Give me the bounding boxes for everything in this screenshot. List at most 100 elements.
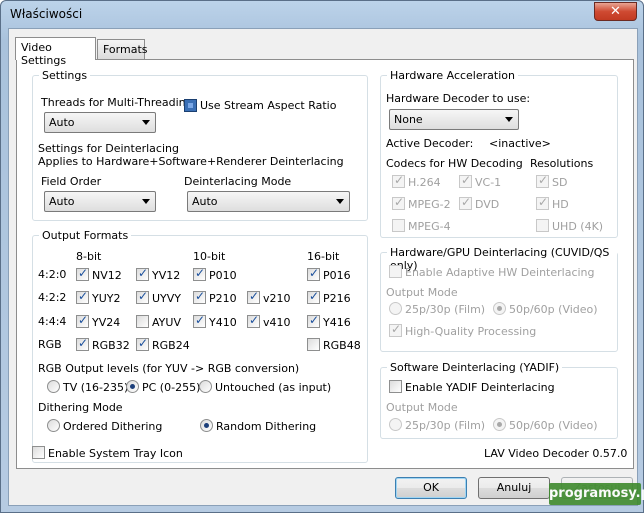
hw-accel-group: Hardware Acceleration Hardware Decoder t… bbox=[380, 69, 618, 238]
sw-film-radio[interactable] bbox=[389, 418, 402, 431]
hw-decoder-combo[interactable]: None bbox=[389, 109, 519, 130]
window-title: Właściwości bbox=[10, 7, 83, 21]
y416-label: Y416 bbox=[323, 316, 351, 329]
resolutions-label: Resolutions bbox=[530, 157, 594, 170]
uyvy-checkbox[interactable] bbox=[136, 289, 149, 304]
rgb24-label: RGB24 bbox=[152, 339, 190, 352]
dvd-checkbox[interactable] bbox=[459, 195, 472, 210]
mpeg4-label: MPEG-4 bbox=[408, 220, 451, 233]
rgb32-checkbox[interactable] bbox=[76, 336, 89, 351]
p210-label: P210 bbox=[209, 292, 237, 305]
hw-video-radio[interactable] bbox=[493, 302, 506, 315]
output-formats-label: Output Formats bbox=[39, 229, 132, 242]
hw-accel-label: Hardware Acceleration bbox=[387, 69, 518, 82]
uhd-checkbox[interactable] bbox=[536, 219, 549, 232]
untouched-levels-radio[interactable] bbox=[199, 380, 212, 393]
ayuv-checkbox[interactable] bbox=[136, 315, 149, 328]
uhd-label: UHD (4K) bbox=[552, 220, 604, 233]
active-decoder-value: <inactive> bbox=[489, 137, 551, 150]
field-order-value: Auto bbox=[49, 195, 75, 208]
close-button[interactable]: ✕ bbox=[594, 2, 637, 21]
h264-checkbox[interactable] bbox=[392, 173, 405, 188]
rgb24-checkbox[interactable] bbox=[136, 336, 149, 351]
sd-checkbox[interactable] bbox=[536, 173, 549, 188]
yv12-checkbox[interactable] bbox=[136, 266, 149, 281]
ordered-dither-radio[interactable] bbox=[47, 419, 60, 432]
tray-icon-checkbox[interactable] bbox=[32, 446, 45, 459]
sw-film-label: 25p/30p (Film) bbox=[405, 419, 486, 432]
h264-label: H.264 bbox=[408, 176, 441, 189]
row-420: 4:2:0 bbox=[38, 268, 67, 281]
y410-checkbox[interactable] bbox=[193, 313, 206, 328]
random-dither-label: Random Dithering bbox=[216, 420, 317, 433]
hw-deint-checkbox[interactable] bbox=[389, 265, 402, 278]
field-order-combo[interactable]: Auto bbox=[44, 191, 156, 212]
hw-decoder-value: None bbox=[394, 113, 423, 126]
row-422: 4:2:2 bbox=[38, 291, 67, 304]
tray-icon-label: Enable System Tray Icon bbox=[48, 447, 183, 460]
v410-checkbox[interactable] bbox=[247, 313, 260, 328]
header-16bit: 16-bit bbox=[307, 250, 340, 263]
hq-processing-checkbox[interactable] bbox=[389, 322, 402, 337]
mpeg4-checkbox[interactable] bbox=[392, 219, 405, 232]
p010-label: P010 bbox=[209, 269, 237, 282]
dialog-client: Video Settings Formats Settings Threads … bbox=[8, 28, 638, 506]
watermark: programosy.pl bbox=[549, 483, 644, 505]
uyvy-label: UYVY bbox=[152, 292, 182, 305]
video-settings-panel: Settings Threads for Multi-Threading Aut… bbox=[16, 59, 634, 469]
chevron-down-icon bbox=[142, 199, 150, 204]
title-bar[interactable]: Właściwości ✕ bbox=[1, 1, 643, 27]
mpeg2-checkbox[interactable] bbox=[392, 195, 405, 210]
v210-checkbox[interactable] bbox=[247, 289, 260, 304]
header-10bit: 10-bit bbox=[193, 250, 226, 263]
hw-output-mode-label: Output Mode bbox=[386, 286, 458, 299]
version-label: LAV Video Decoder 0.57.0 bbox=[484, 447, 628, 460]
threads-combo[interactable]: Auto bbox=[44, 112, 156, 133]
yuy2-checkbox[interactable] bbox=[76, 289, 89, 304]
pc-levels-radio[interactable] bbox=[126, 380, 139, 393]
ordered-dither-label: Ordered Dithering bbox=[63, 420, 163, 433]
yv24-label: YV24 bbox=[92, 316, 121, 329]
rgb32-label: RGB32 bbox=[92, 339, 130, 352]
p010-checkbox[interactable] bbox=[193, 266, 206, 281]
yuy2-label: YUY2 bbox=[92, 292, 121, 305]
hw-film-radio[interactable] bbox=[389, 302, 402, 315]
tab-formats[interactable]: Formats bbox=[97, 39, 148, 59]
pc-levels-label: PC (0-255) bbox=[142, 381, 201, 394]
chevron-down-icon bbox=[505, 117, 513, 122]
dvd-label: DVD bbox=[475, 198, 500, 211]
sw-video-radio[interactable] bbox=[493, 418, 506, 431]
cancel-button[interactable]: Anuluj bbox=[478, 477, 550, 499]
codecs-label: Codecs for HW Decoding bbox=[386, 157, 523, 170]
nv12-checkbox[interactable] bbox=[76, 266, 89, 281]
rgb48-checkbox[interactable] bbox=[307, 338, 320, 351]
yv24-checkbox[interactable] bbox=[76, 313, 89, 328]
p016-label: P016 bbox=[323, 269, 351, 282]
sd-label: SD bbox=[552, 176, 568, 189]
vc1-checkbox[interactable] bbox=[459, 173, 472, 188]
deint-subtitle: Applies to Hardware+Software+Renderer De… bbox=[38, 155, 344, 168]
aspect-ratio-checkbox[interactable] bbox=[184, 99, 197, 112]
p016-checkbox[interactable] bbox=[307, 266, 320, 281]
threads-value: Auto bbox=[49, 116, 75, 129]
y416-checkbox[interactable] bbox=[307, 313, 320, 328]
deint-mode-value: Auto bbox=[192, 195, 218, 208]
v410-label: v410 bbox=[263, 316, 291, 329]
nv12-label: NV12 bbox=[92, 269, 122, 282]
row-rgb: RGB bbox=[38, 338, 62, 351]
hq-processing-label: High-Quality Processing bbox=[405, 325, 537, 338]
sw-deint-label: Software Deinterlacing (YADIF) bbox=[387, 361, 563, 374]
p210-checkbox[interactable] bbox=[193, 289, 206, 304]
ok-button[interactable]: OK bbox=[395, 477, 467, 499]
dither-mode-label: Dithering Mode bbox=[38, 401, 123, 414]
tab-video-settings[interactable]: Video Settings bbox=[15, 37, 96, 67]
tv-levels-radio[interactable] bbox=[47, 380, 60, 393]
random-dither-radio[interactable] bbox=[200, 419, 213, 432]
settings-group: Settings Threads for Multi-Threading Aut… bbox=[32, 69, 368, 221]
deint-mode-label: Deinterlacing Mode bbox=[184, 175, 292, 188]
yadif-checkbox[interactable] bbox=[389, 380, 402, 393]
hd-checkbox[interactable] bbox=[536, 195, 549, 210]
p216-checkbox[interactable] bbox=[307, 289, 320, 304]
deint-mode-combo[interactable]: Auto bbox=[187, 191, 350, 212]
v210-label: v210 bbox=[263, 292, 291, 305]
